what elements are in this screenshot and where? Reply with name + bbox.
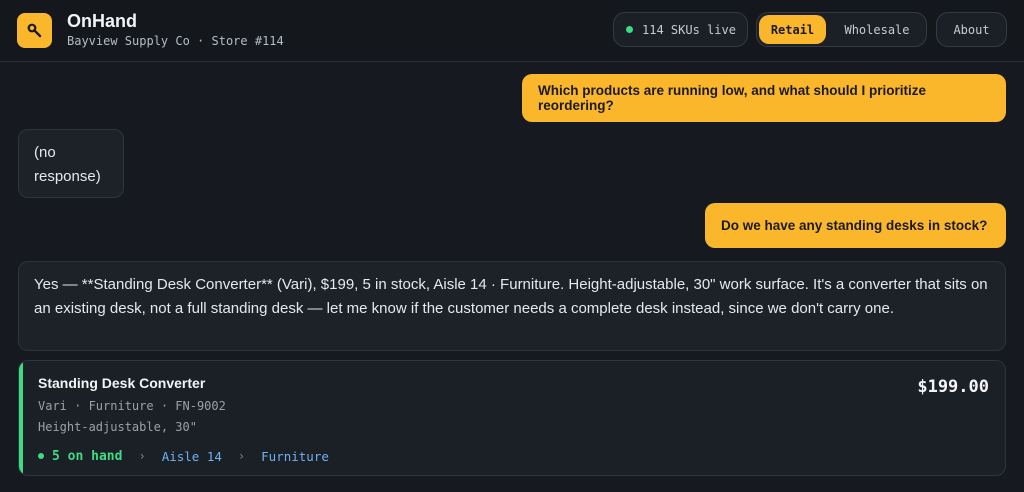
stock-badge: 5 on hand bbox=[38, 449, 122, 464]
product-card[interactable]: Standing Desk Converter Vari · Furniture… bbox=[18, 360, 1006, 476]
user-message: Which products are running low, and what… bbox=[522, 74, 1006, 122]
message-text: Which products are running low, and what… bbox=[538, 83, 927, 113]
product-description: Height-adjustable, 30" bbox=[38, 420, 197, 434]
stock-label: 5 on hand bbox=[52, 448, 123, 464]
stock-accent-bar bbox=[19, 361, 23, 475]
app-title: OnHand bbox=[67, 11, 137, 31]
barcode-scanner-icon bbox=[27, 23, 42, 38]
user-message: Do we have any standing desks in stock? bbox=[705, 203, 1006, 248]
mode-wholesale-button[interactable]: Wholesale bbox=[829, 15, 925, 44]
sku-count-label: 114 SKUs live bbox=[642, 22, 736, 37]
chevron-right-icon: › bbox=[237, 449, 246, 463]
message-text: Do we have any standing desks in stock? bbox=[721, 218, 988, 233]
message-text: Yes — **Standing Desk Converter** (Vari)… bbox=[34, 276, 988, 317]
category-link[interactable]: Furniture bbox=[261, 449, 329, 464]
store-subtitle: Bayview Supply Co · Store #114 bbox=[67, 34, 284, 48]
message-text: (no response) bbox=[34, 144, 101, 185]
product-location-row: 5 on hand › Aisle 14 › Furniture bbox=[38, 447, 329, 465]
app-logo bbox=[17, 13, 52, 48]
aisle-link[interactable]: Aisle 14 bbox=[162, 449, 222, 464]
about-button[interactable]: About bbox=[936, 12, 1007, 47]
product-meta: Vari · Furniture · FN-9002 bbox=[38, 399, 226, 413]
app-header: OnHand Bayview Supply Co · Store #114 11… bbox=[0, 0, 1024, 62]
product-price: $199.00 bbox=[917, 377, 989, 397]
sku-status-badge: 114 SKUs live bbox=[613, 12, 748, 47]
product-name: Standing Desk Converter bbox=[38, 375, 206, 391]
status-dot-icon bbox=[38, 453, 44, 459]
mode-retail-button[interactable]: Retail bbox=[759, 15, 826, 44]
chevron-right-icon: › bbox=[138, 449, 146, 463]
status-dot-icon bbox=[626, 26, 633, 33]
assistant-message: Yes — **Standing Desk Converter** (Vari)… bbox=[18, 261, 1006, 351]
assistant-message: (no response) bbox=[18, 129, 124, 198]
mode-toggle: Retail Wholesale bbox=[756, 12, 927, 47]
